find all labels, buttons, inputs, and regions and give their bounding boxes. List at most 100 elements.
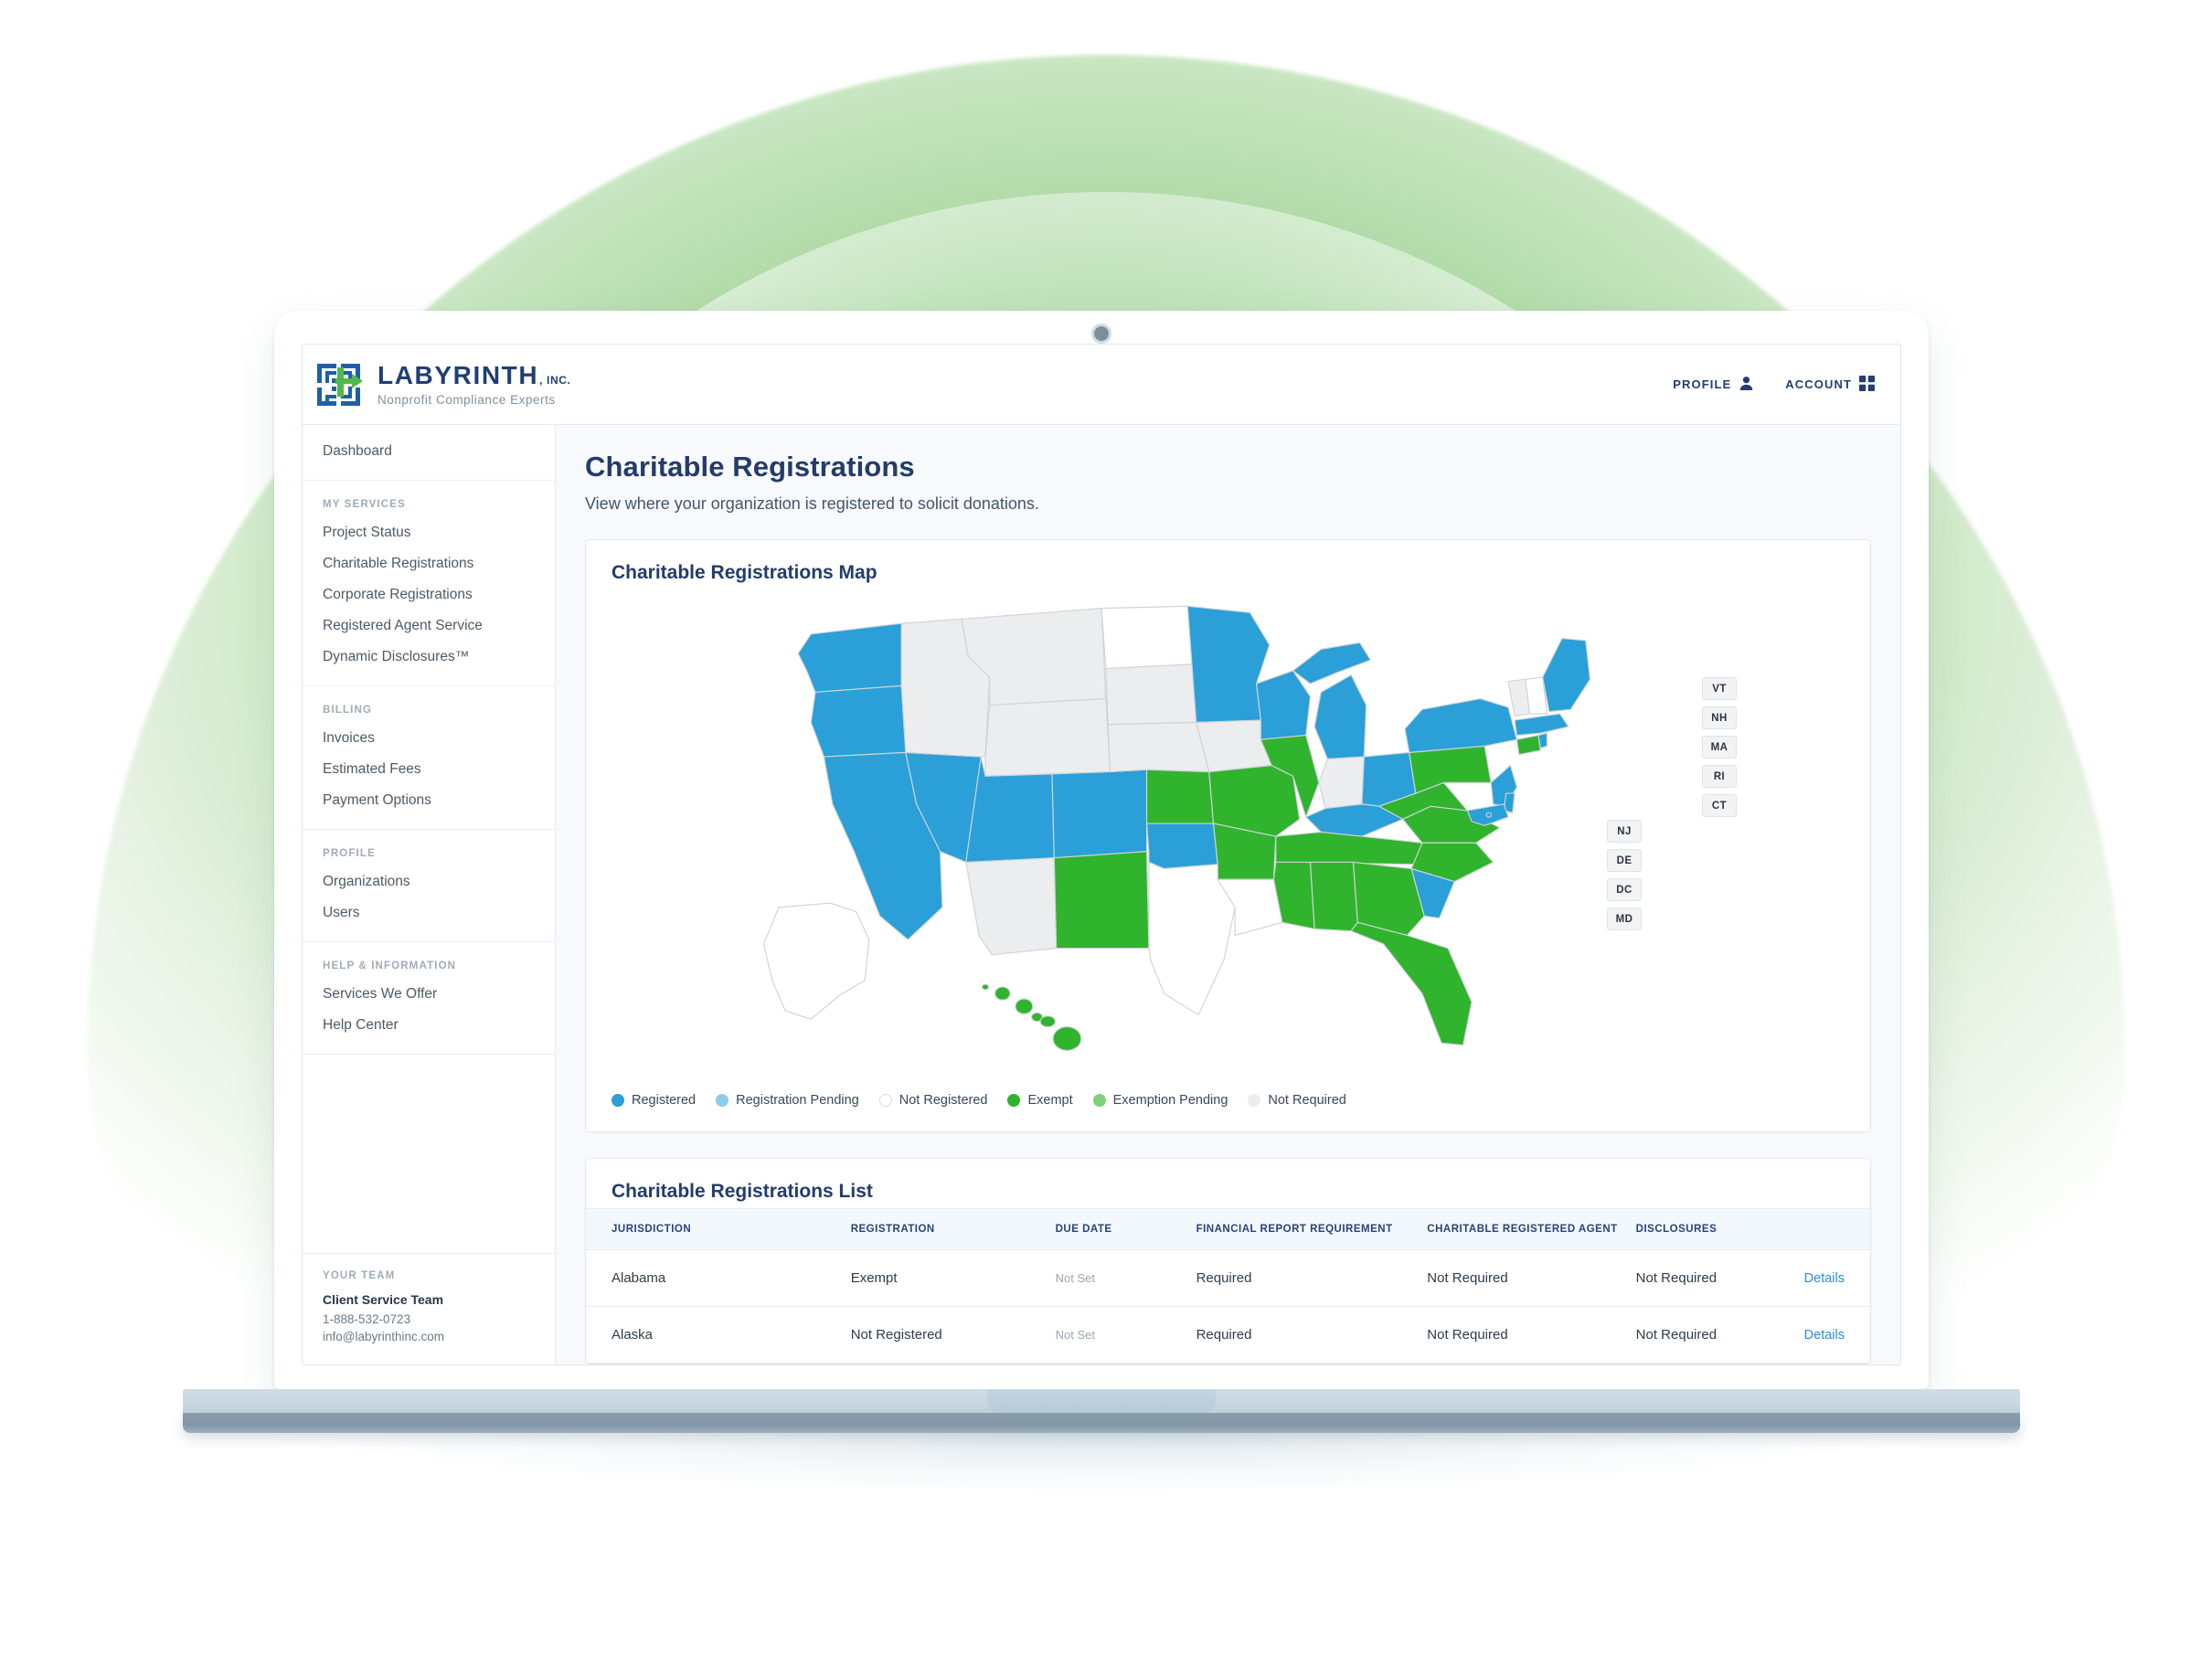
col-jurisdiction[interactable]: JURISDICTION: [586, 1208, 842, 1250]
nav-group-billing: BILLING Invoices Estimated Fees Payment …: [303, 686, 555, 830]
state-NY[interactable]: [1403, 697, 1517, 753]
state-IA[interactable]: [1195, 719, 1272, 773]
header-actions: PROFILE ACCOUNT: [1673, 375, 1875, 394]
state-box-VT[interactable]: VT: [1702, 677, 1737, 700]
sidebar-item-charitable-registrations[interactable]: Charitable Registrations: [303, 548, 555, 579]
state-MI-upper[interactable]: [1292, 642, 1371, 685]
legend-item-not-registered[interactable]: Not Registered: [878, 1093, 987, 1108]
laptop-base-notch: [987, 1389, 1216, 1413]
state-DC[interactable]: [1485, 812, 1492, 818]
laptop-lid: LABYRINTH, INC. Nonprofit Compliance Exp…: [274, 311, 1929, 1389]
state-ME[interactable]: [1541, 637, 1590, 713]
legend-label-registered: Registered: [632, 1093, 697, 1108]
state-box-DC[interactable]: DC: [1607, 878, 1642, 901]
state-AK[interactable]: [762, 902, 869, 1020]
sidebar-item-corporate-registrations[interactable]: Corporate Registrations: [303, 579, 555, 610]
nav-group-profile: PROFILE Organizations Users: [303, 830, 555, 942]
legend-item-registered[interactable]: Registered: [611, 1093, 696, 1108]
profile-menu-button[interactable]: PROFILE: [1673, 376, 1754, 394]
state-CO[interactable]: [1050, 769, 1147, 859]
state-RI[interactable]: [1537, 732, 1547, 749]
legend-item-exemption-pending[interactable]: Exemption Pending: [1092, 1093, 1228, 1108]
state-MA[interactable]: [1513, 713, 1569, 737]
page-subtitle: View where your organization is register…: [585, 494, 1039, 513]
legend-item-registration-pending[interactable]: Registration Pending: [716, 1093, 859, 1108]
state-MN[interactable]: [1186, 605, 1270, 724]
sidebar-item-registered-agent-service[interactable]: Registered Agent Service: [303, 610, 555, 642]
state-box-NJ[interactable]: NJ: [1607, 820, 1642, 843]
laptop-base: [183, 1389, 2020, 1433]
sidebar-item-help-center[interactable]: Help Center: [303, 1010, 555, 1041]
sidebar-item-dashboard[interactable]: Dashboard: [303, 436, 555, 467]
col-disclosures[interactable]: DISCLOSURES: [1626, 1208, 1793, 1250]
nav-heading-help-information: HELP & INFORMATION: [323, 961, 457, 971]
nav-group-dashboard: Dashboard: [303, 425, 555, 481]
app-body: Dashboard MY SERVICES Project Status Cha…: [303, 425, 1900, 1364]
col-actions: [1792, 1208, 1870, 1250]
state-OK[interactable]: [1145, 823, 1218, 870]
us-map-svg[interactable]: [712, 593, 1745, 1077]
state-box-NH[interactable]: NH: [1702, 706, 1737, 729]
cell-disclosures: Not Required: [1626, 1306, 1793, 1364]
state-CT[interactable]: [1515, 734, 1541, 756]
details-link[interactable]: Details: [1804, 1328, 1845, 1343]
state-ND[interactable]: [1100, 605, 1193, 670]
state-box-CT[interactable]: CT: [1702, 794, 1737, 817]
team-phone[interactable]: 1-888-532-0723: [323, 1311, 535, 1329]
state-WI[interactable]: [1255, 670, 1311, 740]
details-link[interactable]: Details: [1804, 1271, 1845, 1286]
sidebar-item-services-we-offer[interactable]: Services We Offer: [303, 979, 555, 1010]
col-due-date[interactable]: DUE DATE: [1046, 1208, 1187, 1250]
nav-heading-billing: BILLING: [323, 705, 373, 716]
person-icon: [1739, 376, 1754, 394]
state-AL[interactable]: [1309, 861, 1358, 932]
brand-logo[interactable]: LABYRINTH, INC. Nonprofit Compliance Exp…: [315, 362, 570, 408]
brand-name-suffix: , INC.: [539, 373, 571, 387]
col-charitable-registered-agent[interactable]: CHARITABLE REGISTERED AGENT: [1418, 1208, 1627, 1250]
page-title: Charitable Registrations: [585, 451, 915, 483]
sidebar-item-estimated-fees[interactable]: Estimated Fees: [303, 754, 555, 785]
sidebar-item-invoices[interactable]: Invoices: [303, 723, 555, 754]
table-row[interactable]: Alaska Not Registered Not Set Required N…: [586, 1306, 1870, 1364]
col-financial-report-requirement[interactable]: FINANCIAL REPORT REQUIREMENT: [1186, 1208, 1419, 1250]
app-header: LABYRINTH, INC. Nonprofit Compliance Exp…: [303, 345, 1900, 425]
account-menu-button[interactable]: ACCOUNT: [1785, 375, 1875, 394]
state-NE[interactable]: [1107, 721, 1210, 773]
us-map[interactable]: VT NH MA RI CT NJ DE DC MD: [586, 589, 1870, 1088]
state-OR[interactable]: [810, 685, 907, 758]
state-box-DE[interactable]: DE: [1607, 849, 1642, 872]
state-WA[interactable]: [796, 622, 902, 694]
state-PA[interactable]: [1408, 745, 1492, 794]
state-FL[interactable]: [1349, 921, 1473, 1046]
sidebar-item-users[interactable]: Users: [303, 897, 555, 929]
state-IN[interactable]: [1317, 756, 1365, 810]
legend-item-not-required[interactable]: Not Required: [1248, 1093, 1346, 1108]
grid-icon: [1859, 375, 1875, 394]
legend-item-exempt[interactable]: Exempt: [1007, 1093, 1073, 1108]
sidebar-item-organizations[interactable]: Organizations: [303, 866, 555, 897]
sidebar-item-payment-options[interactable]: Payment Options: [303, 785, 555, 816]
state-box-column-northeast: VT NH MA RI CT: [1702, 677, 1737, 817]
sidebar-item-project-status[interactable]: Project Status: [303, 517, 555, 548]
state-TN[interactable]: [1274, 831, 1423, 865]
state-SD[interactable]: [1104, 663, 1196, 726]
state-AZ[interactable]: [964, 857, 1057, 956]
sidebar-item-dynamic-disclosures[interactable]: Dynamic Disclosures™: [303, 642, 555, 673]
state-WY[interactable]: [984, 697, 1111, 777]
state-KS[interactable]: [1145, 769, 1214, 824]
state-box-MA[interactable]: MA: [1702, 736, 1737, 759]
state-NM[interactable]: [1053, 851, 1149, 950]
legend-dot-not-registered: [878, 1094, 892, 1107]
state-MI-lower[interactable]: [1313, 674, 1367, 760]
state-HI[interactable]: [981, 983, 1081, 1052]
cell-registration: Exempt: [841, 1249, 1047, 1307]
table-row[interactable]: Alabama Exempt Not Set Required Not Requ…: [586, 1249, 1870, 1307]
map-card-title: Charitable Registrations Map: [611, 562, 877, 583]
state-box-RI[interactable]: RI: [1702, 765, 1737, 788]
col-registration[interactable]: REGISTRATION: [841, 1208, 1047, 1250]
cell-disclosures: Not Required: [1626, 1249, 1793, 1307]
cell-financial-report: Required: [1186, 1306, 1419, 1364]
main-content: Charitable Registrations View where your…: [556, 425, 1900, 1364]
team-email[interactable]: info@labyrinthinc.com: [323, 1328, 535, 1346]
state-box-MD[interactable]: MD: [1607, 908, 1642, 930]
